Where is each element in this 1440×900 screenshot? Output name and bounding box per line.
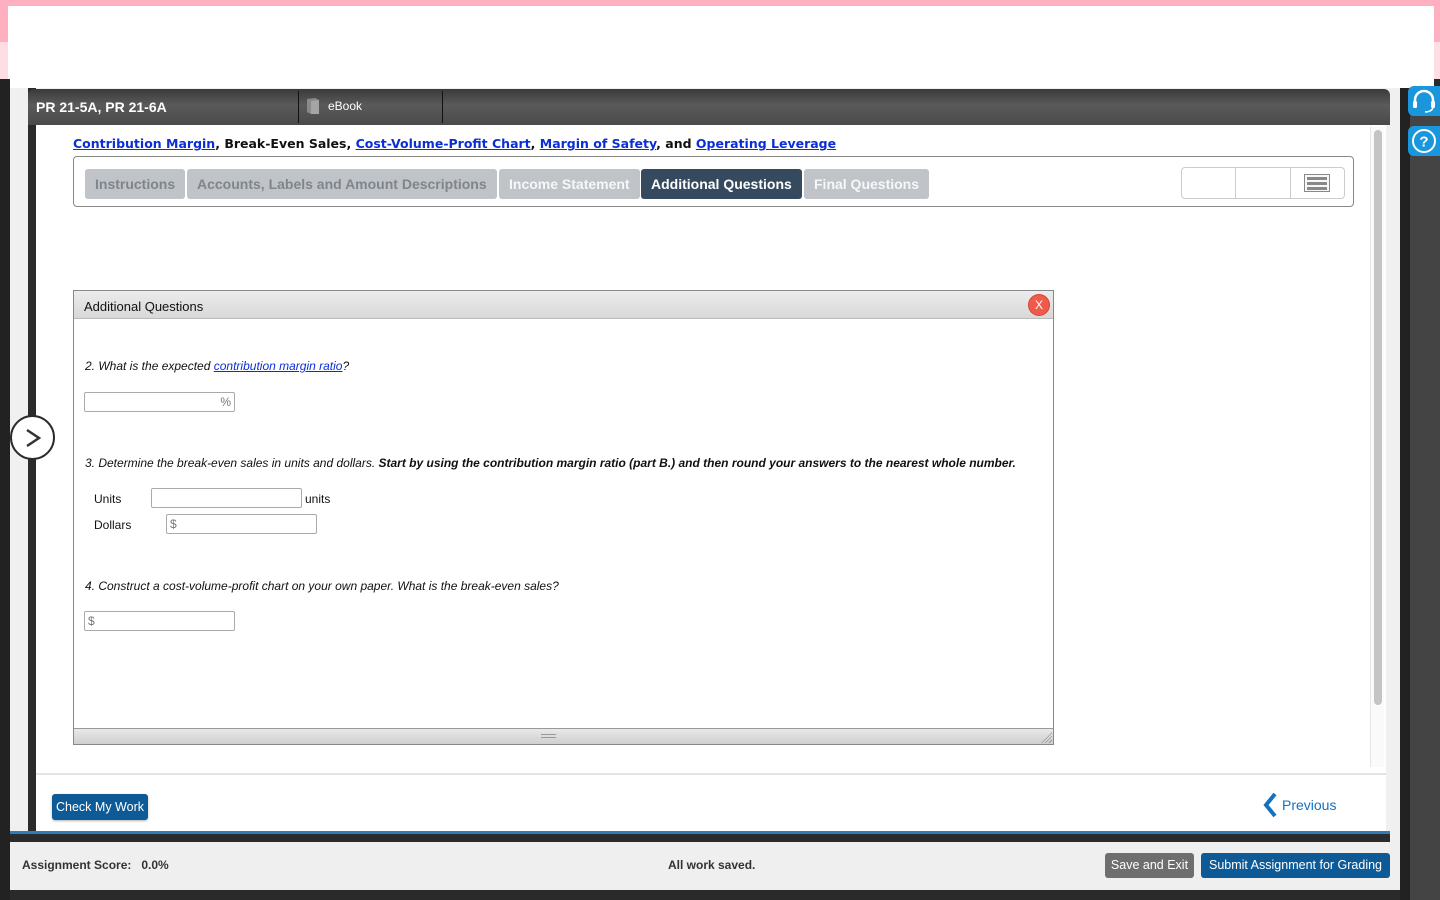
topic-link-contribution-margin[interactable]: Contribution Margin [73,136,215,151]
problem-titlebar: PR 21-5A, PR 21-6A eBook [28,89,1390,125]
tab-income-statement[interactable]: Income Statement [499,169,640,199]
toolbar-group [1181,167,1345,199]
problem-title: PR 21-5A, PR 21-6A [36,99,167,115]
toolbar-button-1[interactable] [1182,168,1237,198]
dialog-title: Additional Questions [84,299,204,314]
book-icon [307,98,319,114]
score-value: 0.0% [141,858,169,872]
previous-label: Previous [1282,797,1337,813]
svg-text:?: ? [1419,134,1428,151]
pink-edge [1434,42,1440,79]
topic-line: Contribution Margin, Break-Even Sales, C… [73,136,837,151]
units-suffix: units [305,492,331,506]
dialog-footer [74,728,1053,744]
previous-button[interactable]: Previous [1262,792,1336,818]
check-my-work-button[interactable]: Check My Work [52,794,148,820]
dialog-header[interactable]: Additional Questions X [74,291,1053,319]
menu-button[interactable] [1291,168,1344,198]
break-even-units-field[interactable] [152,489,301,507]
status-bar: Assignment Score: 0.0% All work saved. S… [10,842,1400,890]
break-even-dollars-field[interactable] [167,515,316,533]
headset-icon [1413,89,1435,113]
assignment-score: Assignment Score: 0.0% [22,858,169,872]
close-icon[interactable]: X [1029,295,1049,315]
ebook-label: eBook [328,99,363,113]
topic-link-cvp-chart[interactable]: Cost-Volume-Profit Chart [356,136,531,151]
expand-sidebar-button[interactable] [10,415,55,460]
pink-edge [1434,6,1440,42]
contribution-margin-ratio-link[interactable]: contribution margin ratio [214,359,343,373]
backdrop [0,79,10,900]
dollars-label: Dollars [94,518,132,532]
question-2: 2. What is the expected contribution mar… [85,359,350,373]
cm-ratio-field[interactable] [85,393,234,411]
help-icon: ? [1412,129,1436,153]
pink-edge [0,42,8,79]
save-and-exit-button[interactable]: Save and Exit [1105,853,1194,878]
tab-additional-questions[interactable]: Additional Questions [641,169,802,199]
ebook-button[interactable]: eBook [306,97,362,115]
additional-questions-dialog: Additional Questions X 2. What is the ex… [73,290,1054,745]
resize-grip-icon[interactable] [541,734,556,738]
topic-link-operating-leverage[interactable]: Operating Leverage [696,136,836,151]
backdrop [1400,88,1440,900]
save-status: All work saved. [668,858,756,872]
cm-ratio-input[interactable]: % [84,392,235,412]
cvp-break-even-field[interactable] [85,612,234,630]
topic-link-margin-of-safety[interactable]: Margin of Safety [540,136,656,151]
topic-break-even-sales: Break-Even Sales [224,136,347,151]
toolbar-button-2[interactable] [1236,168,1291,198]
question-3: 3. Determine the break-even sales in uni… [85,456,1016,470]
tab-bar: Instructions Accounts, Labels and Amount… [73,156,1354,207]
resize-corner-icon[interactable] [1040,731,1052,743]
pink-edge [0,6,8,42]
chevron-right-icon [25,428,41,447]
question-4: 4. Construct a cost-volume-profit chart … [85,579,559,593]
cvp-break-even-input[interactable]: $ [84,611,235,631]
navigation-area [36,773,1386,831]
units-label: Units [94,492,122,506]
break-even-units-input[interactable] [151,488,302,508]
break-even-dollars-input[interactable]: $ [166,514,317,534]
tab-instructions[interactable]: Instructions [85,169,186,199]
menu-icon [1304,174,1331,192]
top-banner [8,6,1434,88]
scrollbar-thumb[interactable] [1374,130,1382,705]
tab-final-questions[interactable]: Final Questions [804,169,930,199]
tab-accounts-labels[interactable]: Accounts, Labels and Amount Descriptions [187,169,497,199]
support-button[interactable] [1408,86,1440,116]
help-button[interactable]: ? [1408,126,1440,156]
chevron-left-icon [1263,792,1277,818]
submit-assignment-button[interactable]: Submit Assignment for Grading [1201,853,1390,878]
percent-suffix: % [220,395,231,409]
